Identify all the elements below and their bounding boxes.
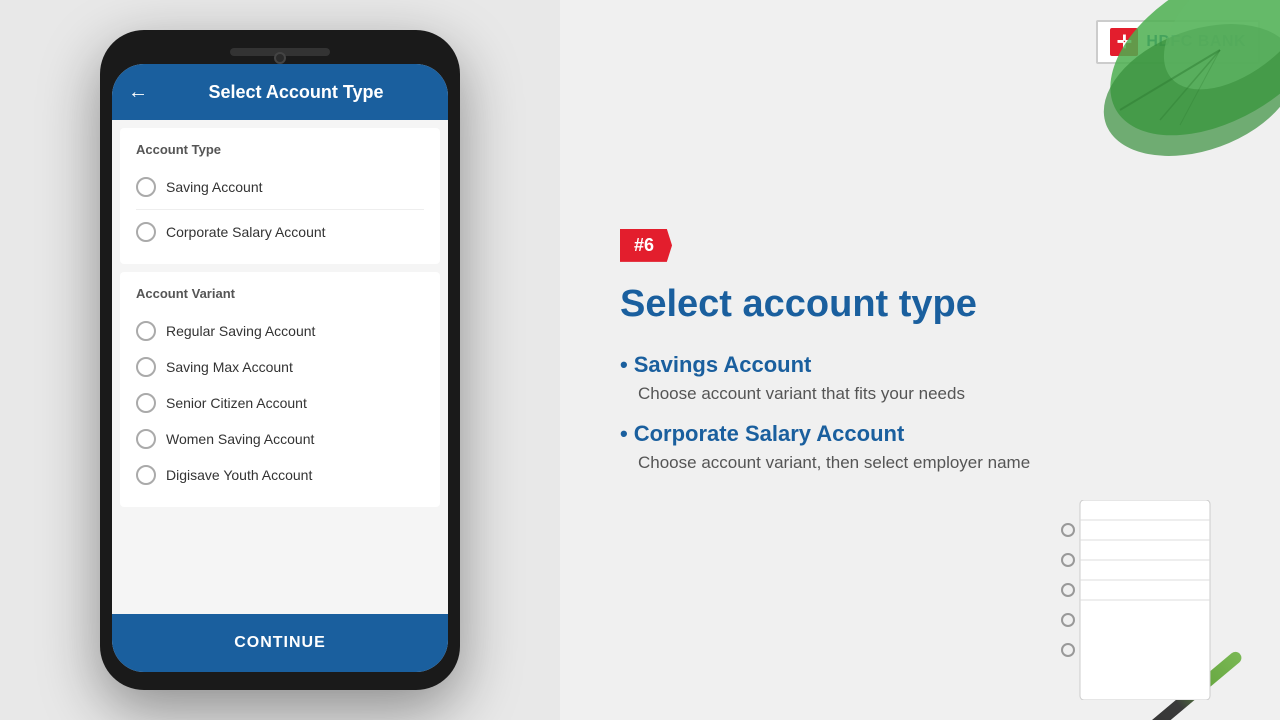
- pen-decoration: [1083, 649, 1244, 720]
- radio-senior-label: Senior Citizen Account: [166, 395, 307, 411]
- radio-corporate-account[interactable]: Corporate Salary Account: [136, 214, 424, 250]
- back-button[interactable]: ←: [128, 81, 148, 104]
- left-panel: ← Select Account Type Account Type Savin…: [0, 0, 560, 720]
- radio-saving-max-label: Saving Max Account: [166, 359, 293, 375]
- hdfc-bank-text: HDFC BANK: [1146, 33, 1246, 51]
- radio-saving-circle: [136, 177, 156, 197]
- radio-regular-circle: [136, 321, 156, 341]
- radio-corporate-circle: [136, 222, 156, 242]
- bullet-corporate-desc: Choose account variant, then select empl…: [638, 451, 1220, 475]
- hdfc-cross-symbol: ✛: [1117, 33, 1132, 51]
- hdfc-icon: ✛: [1110, 28, 1138, 56]
- phone-camera: [274, 52, 286, 64]
- radio-senior-circle: [136, 393, 156, 413]
- bullet-corporate-heading: • Corporate Salary Account: [620, 421, 1220, 447]
- notebook-decoration: [1060, 500, 1220, 700]
- hdfc-logo: ✛ HDFC BANK: [1096, 20, 1260, 64]
- badge-number: #6: [620, 229, 672, 262]
- radio-digisave-circle: [136, 465, 156, 485]
- phone-screen: ← Select Account Type Account Type Savin…: [112, 64, 448, 672]
- radio-senior-citizen[interactable]: Senior Citizen Account: [136, 385, 424, 421]
- bullet-savings-account: • Savings Account Choose account variant…: [620, 352, 1220, 406]
- screen-content: Account Type Saving Account Corporate Sa…: [112, 120, 448, 614]
- account-variant-label: Account Variant: [136, 286, 424, 301]
- radio-women-circle: [136, 429, 156, 449]
- radio-regular-label: Regular Saving Account: [166, 323, 315, 339]
- radio-saving-label: Saving Account: [166, 179, 263, 195]
- bullet-savings-text: Savings Account: [634, 352, 812, 378]
- divider-1: [136, 209, 424, 210]
- app-header: ← Select Account Type: [112, 64, 448, 120]
- continue-button[interactable]: CONTINUE: [112, 614, 448, 672]
- bullet-dot-2: •: [620, 421, 628, 447]
- screen-title: Select Account Type: [160, 82, 432, 103]
- bullet-savings-heading: • Savings Account: [620, 352, 1220, 378]
- radio-regular-saving[interactable]: Regular Saving Account: [136, 313, 424, 349]
- radio-digisave-label: Digisave Youth Account: [166, 467, 312, 483]
- radio-women-label: Women Saving Account: [166, 431, 314, 447]
- bullet-corporate-account: • Corporate Salary Account Choose accoun…: [620, 421, 1220, 475]
- right-panel: ✛ HDFC BANK #6 Select account type • Sav…: [560, 0, 1280, 720]
- account-type-label: Account Type: [136, 142, 424, 157]
- radio-women-saving[interactable]: Women Saving Account: [136, 421, 424, 457]
- account-variant-section: Account Variant Regular Saving Account S…: [120, 272, 440, 507]
- radio-digisave-youth[interactable]: Digisave Youth Account: [136, 457, 424, 493]
- account-type-section: Account Type Saving Account Corporate Sa…: [120, 128, 440, 264]
- right-title: Select account type: [620, 282, 1220, 328]
- bullet-corporate-text: Corporate Salary Account: [634, 421, 905, 447]
- phone-frame: ← Select Account Type Account Type Savin…: [100, 30, 460, 690]
- step-badge: #6: [620, 229, 1220, 262]
- radio-corporate-label: Corporate Salary Account: [166, 224, 326, 240]
- radio-saving-max[interactable]: Saving Max Account: [136, 349, 424, 385]
- radio-saving-max-circle: [136, 357, 156, 377]
- radio-saving-account[interactable]: Saving Account: [136, 169, 424, 205]
- bullet-dot-1: •: [620, 352, 628, 378]
- bullet-savings-desc: Choose account variant that fits your ne…: [638, 382, 1220, 406]
